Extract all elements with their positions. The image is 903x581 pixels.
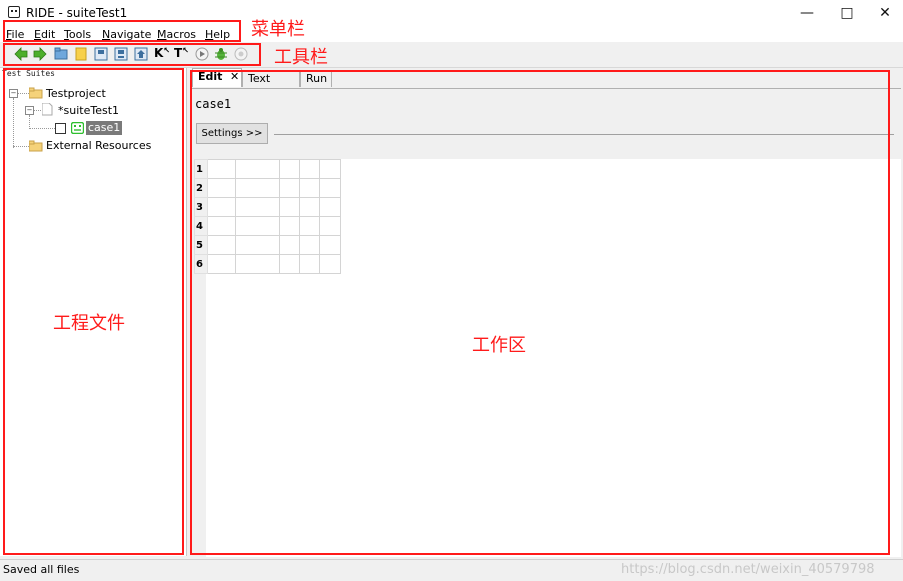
minimize-button[interactable]: — <box>788 0 826 26</box>
window-title: RIDE - suiteTest1 <box>26 6 128 20</box>
maximize-button[interactable]: □ <box>828 0 866 26</box>
toolbar-annotation-label: 工具栏 <box>274 47 328 68</box>
workspace-annotation-box <box>190 70 890 555</box>
close-button[interactable]: ✕ <box>866 0 903 26</box>
toolbar-annotation-box <box>3 43 261 66</box>
status-text: Saved all files <box>3 563 80 576</box>
watermark: https://blog.csdn.net/weixin_40579798 <box>621 562 875 577</box>
menubar-annotation-box <box>3 20 241 42</box>
workspace-annotation-label: 工作区 <box>472 335 526 356</box>
ride-app-icon <box>8 6 20 18</box>
status-bar: Saved all files https://blog.csdn.net/we… <box>0 559 903 581</box>
project-files-annotation-label: 工程文件 <box>53 313 125 334</box>
menubar-annotation-label: 菜单栏 <box>251 19 305 40</box>
